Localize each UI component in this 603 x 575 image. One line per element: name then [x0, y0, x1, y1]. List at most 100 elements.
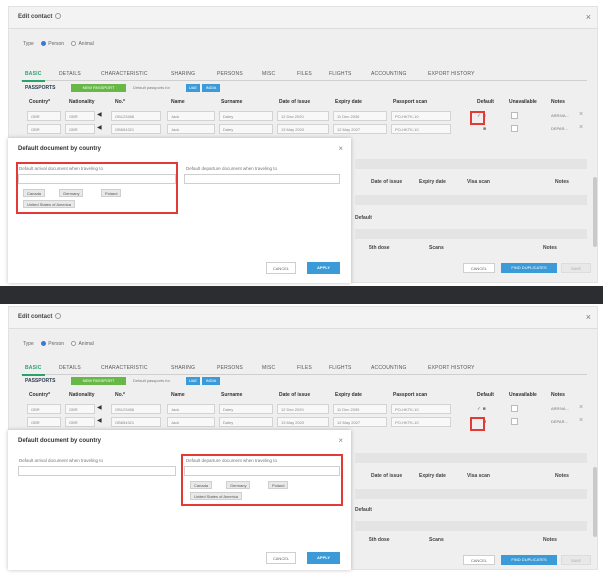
find-duplicates-button[interactable]: FIND DUPLICATES	[501, 263, 557, 273]
nationality-select[interactable]: GBR	[65, 404, 95, 414]
passport-scan-field[interactable]: PO-HKTK-10	[391, 417, 451, 427]
close-icon[interactable]: ×	[586, 12, 591, 22]
delete-row-icon[interactable]: ×	[579, 124, 583, 131]
tab-misc[interactable]: MISC	[262, 71, 275, 77]
passport-scan-field[interactable]: PO-HKTK-10	[391, 404, 451, 414]
footer-cancel-button[interactable]: CANCEL	[463, 555, 495, 565]
delete-row-icon[interactable]: ×	[579, 111, 583, 118]
radio-person[interactable]	[41, 341, 47, 346]
radio-person[interactable]	[41, 41, 47, 46]
default-pill-india[interactable]: INDIA	[202, 377, 220, 385]
modal-close-icon[interactable]: ×	[338, 144, 343, 153]
tab-misc[interactable]: MISC	[262, 365, 275, 371]
save-button[interactable]: SAVE	[561, 263, 591, 273]
passport-number-field[interactable]: GB654321	[111, 417, 161, 427]
chip-usa[interactable]: United States of America	[190, 492, 243, 500]
tab-sharing[interactable]: SHARING	[171, 71, 195, 77]
surname-field[interactable]: Daley	[219, 404, 273, 414]
surname-field[interactable]: Daley	[219, 124, 273, 134]
tab-basic[interactable]: BASIC	[22, 71, 45, 82]
radio-animal[interactable]	[71, 41, 77, 46]
default-check-icon[interactable]: ✓ ■	[477, 406, 486, 412]
unavailable-checkbox[interactable]	[511, 405, 518, 412]
tab-persons[interactable]: PERSONS	[217, 365, 243, 371]
unavailable-checkbox[interactable]	[511, 112, 518, 119]
issue-date-field[interactable]: 12 Dec 2020	[277, 404, 329, 414]
tab-basic[interactable]: BASIC	[22, 365, 45, 376]
default-square-icon[interactable]: ■	[483, 126, 486, 132]
tab-persons[interactable]: PERSONS	[217, 71, 243, 77]
chip-canada[interactable]: Canada	[23, 189, 46, 197]
arrival-document-input[interactable]	[18, 174, 176, 184]
expiry-date-field[interactable]: 11 Dec 2030	[333, 404, 387, 414]
chip-germany[interactable]: Germany	[59, 189, 84, 197]
modal-close-icon[interactable]: ×	[338, 436, 343, 445]
passport-number-field[interactable]: GB123456	[111, 404, 161, 414]
scrollbar[interactable]	[593, 177, 597, 247]
expiry-date-field[interactable]: 12 May 2027	[333, 417, 387, 427]
tab-details[interactable]: DETAILS	[59, 365, 81, 371]
modal-apply-button[interactable]: APPLY	[307, 552, 340, 564]
new-passport-button[interactable]: NEW PASSPORT	[71, 377, 126, 385]
surname-field[interactable]: Daley	[219, 111, 273, 121]
country-select[interactable]: GBR	[27, 417, 61, 427]
delete-row-icon[interactable]: ×	[579, 404, 583, 411]
scrollbar[interactable]	[593, 467, 597, 537]
tab-accounting[interactable]: ACCOUNTING	[371, 365, 407, 371]
chip-germany[interactable]: Germany	[226, 481, 251, 489]
tab-flights[interactable]: FLIGHTS	[329, 365, 352, 371]
nationality-select[interactable]: GBR	[65, 111, 95, 121]
default-square-icon[interactable]: ■	[483, 419, 486, 425]
country-select[interactable]: GBR	[27, 404, 61, 414]
tab-accounting[interactable]: ACCOUNTING	[371, 71, 407, 77]
default-pill-uae[interactable]: UAE	[186, 84, 200, 92]
chip-usa[interactable]: United States of America	[23, 200, 76, 208]
tab-flights[interactable]: FLIGHTS	[329, 71, 352, 77]
nationality-select[interactable]: GBR	[65, 124, 95, 134]
issue-date-field[interactable]: 12 Dec 2020	[277, 111, 329, 121]
unavailable-checkbox[interactable]	[511, 125, 518, 132]
departure-document-input[interactable]	[184, 174, 340, 184]
tab-characteristic[interactable]: CHARACTERISTIC	[101, 71, 148, 77]
name-field[interactable]: Jack	[167, 111, 215, 121]
tab-characteristic[interactable]: CHARACTERISTIC	[101, 365, 148, 371]
tab-files[interactable]: FILES	[297, 365, 312, 371]
passport-number-field[interactable]: GB123456	[111, 111, 161, 121]
passport-scan-field[interactable]: PO-HKTK-10	[391, 124, 451, 134]
tab-sharing[interactable]: SHARING	[171, 365, 195, 371]
chip-canada[interactable]: Canada	[190, 481, 213, 489]
passport-scan-field[interactable]: PO-HKTK-10	[391, 111, 451, 121]
tab-export-history[interactable]: EXPORT HISTORY	[428, 365, 475, 371]
nationality-select[interactable]: GBR	[65, 417, 95, 427]
passport-number-field[interactable]: GB654321	[111, 124, 161, 134]
unavailable-checkbox[interactable]	[511, 418, 518, 425]
tab-details[interactable]: DETAILS	[59, 71, 81, 77]
departure-document-input[interactable]	[184, 466, 340, 476]
modal-apply-button[interactable]: APPLY	[307, 262, 340, 274]
footer-cancel-button[interactable]: CANCEL	[463, 263, 495, 273]
issue-date-field[interactable]: 13 May 2020	[277, 417, 329, 427]
tab-export-history[interactable]: EXPORT HISTORY	[428, 71, 475, 77]
chip-poland[interactable]: Poland	[101, 189, 122, 197]
arrival-document-input[interactable]	[18, 466, 176, 476]
save-button[interactable]: SAVE	[561, 555, 591, 565]
name-field[interactable]: Jack	[167, 124, 215, 134]
radio-animal[interactable]	[71, 341, 77, 346]
name-field[interactable]: Jack	[167, 417, 215, 427]
default-pill-uae[interactable]: UAE	[186, 377, 200, 385]
modal-cancel-button[interactable]: CANCEL	[266, 552, 296, 564]
surname-field[interactable]: Daley	[219, 417, 273, 427]
find-duplicates-button[interactable]: FIND DUPLICATES	[501, 555, 557, 565]
delete-row-icon[interactable]: ×	[579, 417, 583, 424]
new-passport-button[interactable]: NEW PASSPORT	[71, 84, 126, 92]
tab-files[interactable]: FILES	[297, 71, 312, 77]
name-field[interactable]: Jack	[167, 404, 215, 414]
issue-date-field[interactable]: 13 May 2020	[277, 124, 329, 134]
expiry-date-field[interactable]: 11 Dec 2030	[333, 111, 387, 121]
country-select[interactable]: GBR	[27, 124, 61, 134]
expiry-date-field[interactable]: 12 May 2027	[333, 124, 387, 134]
modal-cancel-button[interactable]: CANCEL	[266, 262, 296, 274]
default-pill-india[interactable]: INDIA	[202, 84, 220, 92]
default-check-icon[interactable]: ✓ ■	[477, 113, 486, 119]
chip-poland[interactable]: Poland	[268, 481, 289, 489]
